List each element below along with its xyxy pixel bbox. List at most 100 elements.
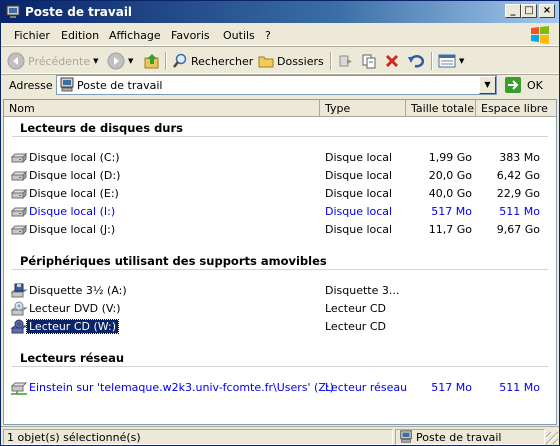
- column-header-type[interactable]: Type: [320, 100, 406, 117]
- menu-bar: Fichier Edition Affichage Favoris Outils…: [1, 24, 559, 46]
- undo-icon: [408, 54, 425, 68]
- list-item-drive-v[interactable]: Lecteur DVD (V:) Lecteur CD: [10, 301, 555, 317]
- copy-to-button[interactable]: [361, 52, 377, 70]
- item-name: Lecteur CD (W:): [26, 319, 119, 334]
- list-item-drive-d[interactable]: Disque local (D:) Disque local 20,0 Go 6…: [10, 168, 555, 184]
- chevron-down-icon[interactable]: ▼: [128, 57, 133, 65]
- item-type: Disque local: [325, 169, 393, 182]
- item-name: Disque local (D:): [29, 169, 121, 182]
- address-dropdown-button[interactable]: ▼: [479, 76, 496, 94]
- network-drive-icon: [10, 382, 28, 395]
- search-button[interactable]: Rechercher: [172, 52, 253, 70]
- go-label: OK: [527, 78, 543, 92]
- list-item-drive-a[interactable]: Disquette 3½ (A:) Disquette 3...: [10, 283, 555, 299]
- chevron-down-icon[interactable]: ▼: [459, 57, 464, 65]
- folders-icon: [258, 56, 274, 68]
- delete-x-icon: [385, 54, 399, 68]
- views-button[interactable]: ▼: [438, 52, 464, 70]
- item-name: Disque local (I:): [29, 205, 116, 218]
- menu-affichage[interactable]: Affichage: [109, 29, 161, 42]
- menu-help[interactable]: ?: [265, 29, 271, 42]
- title-bar[interactable]: Poste de travail _ □ ×: [1, 1, 559, 23]
- back-button[interactable]: Précédente ▼: [7, 52, 99, 70]
- list-item-drive-c[interactable]: Disque local (C:) Disque local 1,99 Go 3…: [10, 150, 555, 166]
- column-header-free-space[interactable]: Espace libre: [476, 100, 556, 117]
- menu-edition[interactable]: Edition: [61, 29, 99, 42]
- item-free-space: 511 Mo: [499, 381, 540, 394]
- group-divider: [12, 136, 548, 137]
- item-type: Disquette 3...: [325, 284, 400, 297]
- address-field[interactable]: Poste de travail ▼: [56, 75, 497, 95]
- menu-favoris[interactable]: Favoris: [171, 29, 210, 42]
- item-name: Lecteur DVD (V:): [29, 302, 121, 315]
- up-folder-button[interactable]: [143, 52, 161, 70]
- item-type: Lecteur réseau: [325, 381, 408, 394]
- my-computer-icon: [60, 77, 74, 92]
- forward-arrow-icon: [107, 52, 125, 70]
- my-computer-icon: [6, 5, 20, 18]
- list-item-drive-j[interactable]: Disque local (J:) Disque local 11,7 Go 9…: [10, 222, 555, 238]
- chevron-down-icon[interactable]: ▼: [93, 57, 98, 65]
- hard-disk-icon: [10, 206, 28, 218]
- toolbar-separator: [431, 52, 433, 70]
- toolbar-separator: [165, 52, 167, 70]
- forward-button[interactable]: ▼: [107, 52, 133, 70]
- status-bar: 1 objet(s) sélectionné(s) Poste de trava…: [1, 426, 559, 445]
- undo-button[interactable]: [407, 52, 425, 70]
- list-item-drive-i[interactable]: Disque local (I:) Disque local 517 Mo 51…: [10, 204, 555, 220]
- file-list-view[interactable]: Nom Type Taille totale Espace libre Lect…: [3, 99, 557, 425]
- status-location-label: Poste de travail: [416, 431, 502, 444]
- list-item-drive-z[interactable]: Einstein sur 'telemaque.w2k3.univ-fcomte…: [10, 380, 555, 396]
- item-total-size: 11,7 Go: [428, 223, 472, 236]
- item-total-size: 40,0 Go: [428, 187, 472, 200]
- hard-disk-icon: [10, 188, 28, 200]
- toolbar-separator: [330, 52, 332, 70]
- item-free-space: 383 Mo: [499, 151, 540, 164]
- item-free-space: 511 Mo: [499, 205, 540, 218]
- move-to-button[interactable]: [338, 52, 354, 70]
- go-button[interactable]: OK: [504, 76, 543, 94]
- item-name: Einstein sur 'telemaque.w2k3.univ-fcomte…: [29, 381, 334, 394]
- views-icon: [438, 54, 456, 68]
- item-name: Disque local (J:): [29, 223, 116, 236]
- back-arrow-icon: [7, 52, 25, 70]
- address-value: Poste de travail: [77, 79, 163, 92]
- my-computer-icon: [400, 430, 412, 443]
- hard-disk-icon: [10, 152, 28, 164]
- folders-button[interactable]: Dossiers: [258, 52, 324, 70]
- windows-logo-icon: [531, 26, 549, 44]
- search-icon: [173, 53, 187, 68]
- up-folder-icon: [144, 54, 159, 69]
- close-button[interactable]: ×: [539, 4, 555, 18]
- list-item-drive-w[interactable]: Lecteur CD (W:) Lecteur CD: [10, 319, 555, 335]
- item-type: Lecteur CD: [325, 302, 386, 315]
- maximize-button[interactable]: □: [521, 4, 537, 18]
- minimize-button[interactable]: _: [505, 4, 521, 18]
- menu-outils[interactable]: Outils: [223, 29, 255, 42]
- item-type: Disque local: [325, 187, 393, 200]
- item-total-size: 517 Mo: [431, 205, 472, 218]
- item-type: Lecteur CD: [325, 320, 386, 333]
- item-free-space: 6,42 Go: [496, 169, 540, 182]
- window-title: Poste de travail: [25, 5, 133, 19]
- status-selection: 1 objet(s) sélectionné(s): [3, 429, 393, 445]
- search-label: Rechercher: [191, 54, 254, 68]
- hard-disk-icon: [10, 170, 28, 182]
- hard-disk-icon: [10, 224, 28, 236]
- column-header-name[interactable]: Nom: [4, 100, 320, 117]
- explorer-window: Poste de travail _ □ × Fichier Edition A…: [0, 0, 560, 446]
- item-type: Disque local: [325, 223, 393, 236]
- item-total-size: 1,99 Go: [428, 151, 472, 164]
- resize-grip[interactable]: [546, 432, 558, 444]
- back-label: Précédente: [28, 54, 91, 68]
- column-header-total-size[interactable]: Taille totale: [406, 100, 476, 117]
- address-bar: Adresse Poste de travail ▼ OK: [1, 75, 559, 97]
- menu-fichier[interactable]: Fichier: [14, 29, 50, 42]
- item-free-space: 9,67 Go: [496, 223, 540, 236]
- go-arrow-icon: [505, 77, 521, 93]
- list-item-drive-e[interactable]: Disque local (E:) Disque local 40,0 Go 2…: [10, 186, 555, 202]
- delete-button[interactable]: [384, 52, 400, 70]
- copy-to-icon: [362, 54, 376, 69]
- group-header-hard-disks: Lecteurs de disques durs: [20, 121, 184, 135]
- group-header-network: Lecteurs réseau: [20, 351, 125, 365]
